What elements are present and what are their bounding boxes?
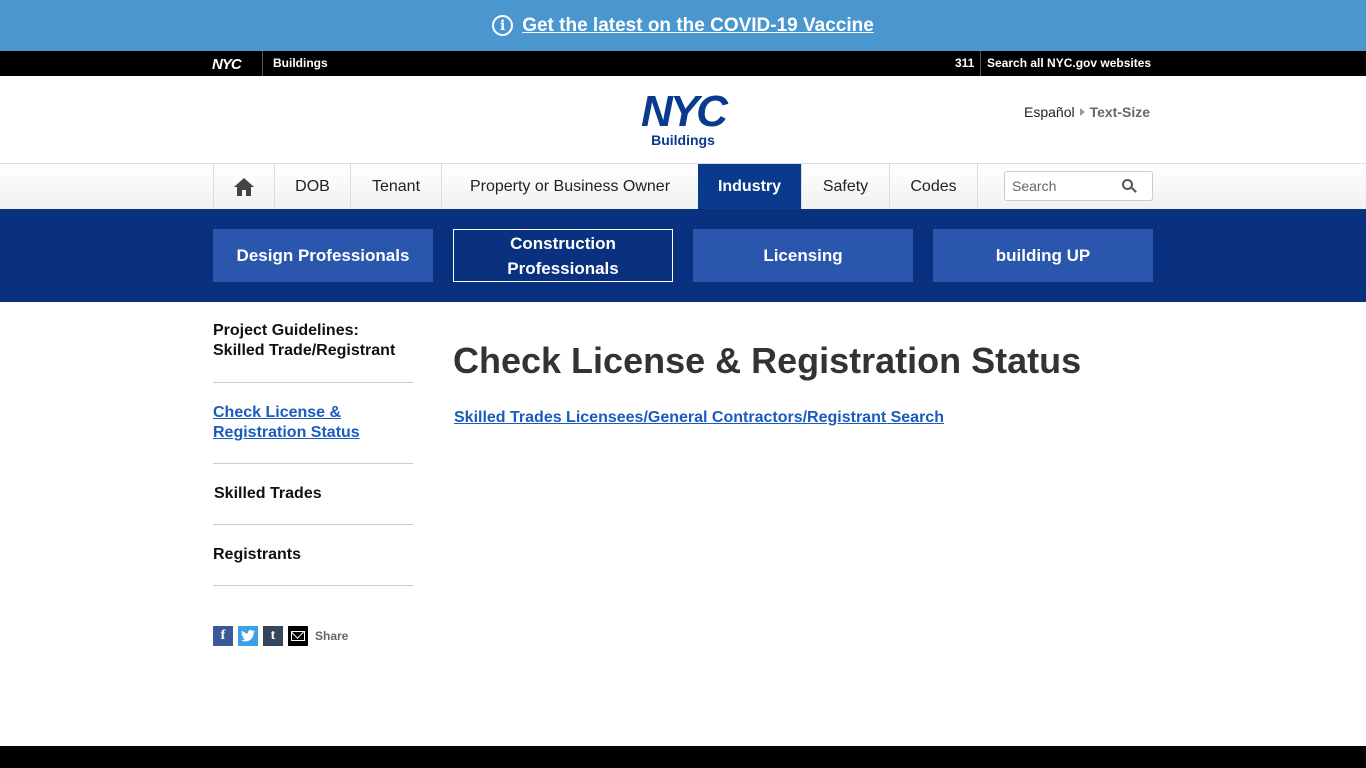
sidebar-heading: Project Guidelines: Skilled Trade/Regist…: [213, 322, 396, 359]
search-input[interactable]: [1005, 172, 1115, 200]
nyc-buildings-logo[interactable]: NYC Buildings: [631, 87, 735, 149]
twitter-icon[interactable]: [238, 626, 258, 646]
sidebar-item-check-license[interactable]: Check License & Registration Status: [213, 403, 413, 443]
skilled-trades-search-link[interactable]: Skilled Trades Licensees/General Contrac…: [454, 409, 944, 427]
text-size-link[interactable]: Text-Size: [1090, 104, 1150, 120]
nav-item-industry[interactable]: Industry: [698, 164, 801, 209]
nav-item-tenant[interactable]: Tenant: [350, 164, 441, 209]
subnav-construction-professionals[interactable]: Construction Professionals: [453, 229, 673, 282]
industry-subnav: Design Professionals Construction Profes…: [0, 209, 1366, 302]
logo-nyc-text: NYC: [641, 87, 728, 136]
nav-item-safety[interactable]: Safety: [801, 164, 889, 209]
covid-alert-banner: i Get the latest on the COVID-19 Vaccine: [0, 0, 1366, 51]
divider: [980, 51, 981, 76]
subnav-building-up[interactable]: building UP: [933, 229, 1153, 282]
agency-name[interactable]: Buildings: [273, 56, 328, 70]
311-link[interactable]: 311: [955, 56, 974, 70]
nyc-logo-small[interactable]: NYC: [212, 56, 242, 73]
triangle-right-icon: [1079, 108, 1085, 116]
share-bar: f t Share: [213, 626, 348, 646]
share-label[interactable]: Share: [315, 629, 348, 643]
language-controls: Español Text-Size: [1024, 104, 1150, 120]
sidebar-item-registrants[interactable]: Registrants: [213, 545, 301, 565]
email-icon[interactable]: [288, 626, 308, 646]
nav-home[interactable]: [213, 164, 274, 209]
divider: [213, 524, 413, 525]
subnav-licensing[interactable]: Licensing: [693, 229, 913, 282]
nav-item-codes[interactable]: Codes: [889, 164, 978, 209]
language-espanol-link[interactable]: Español: [1024, 104, 1075, 120]
covid-vaccine-link[interactable]: Get the latest on the COVID-19 Vaccine: [522, 15, 874, 37]
search-icon[interactable]: [1122, 179, 1137, 193]
search-all-nyc-link[interactable]: Search all NYC.gov websites: [987, 56, 1151, 70]
info-icon: i: [492, 15, 514, 36]
divider: [213, 463, 413, 464]
footer-strip: [0, 746, 1366, 768]
page-title: Check License & Registration Status: [453, 340, 1082, 381]
nav-item-property-owner[interactable]: Property or Business Owner: [441, 164, 698, 209]
divider: [262, 51, 263, 76]
main-nav: DOB Tenant Property or Business Owner In…: [0, 164, 1366, 209]
site-header: NYC Buildings Español Text-Size: [0, 76, 1366, 164]
divider: [213, 382, 413, 383]
subnav-design-professionals[interactable]: Design Professionals: [213, 229, 433, 282]
facebook-icon[interactable]: f: [213, 626, 233, 646]
tumblr-icon[interactable]: t: [263, 626, 283, 646]
home-icon: [234, 177, 254, 196]
sidebar-item-skilled-trades[interactable]: Skilled Trades: [214, 484, 322, 504]
divider: [213, 585, 413, 586]
nyc-top-bar: NYC Buildings 311 Search all NYC.gov web…: [0, 51, 1366, 76]
search-box: [1004, 171, 1153, 201]
nav-item-dob[interactable]: DOB: [274, 164, 350, 209]
